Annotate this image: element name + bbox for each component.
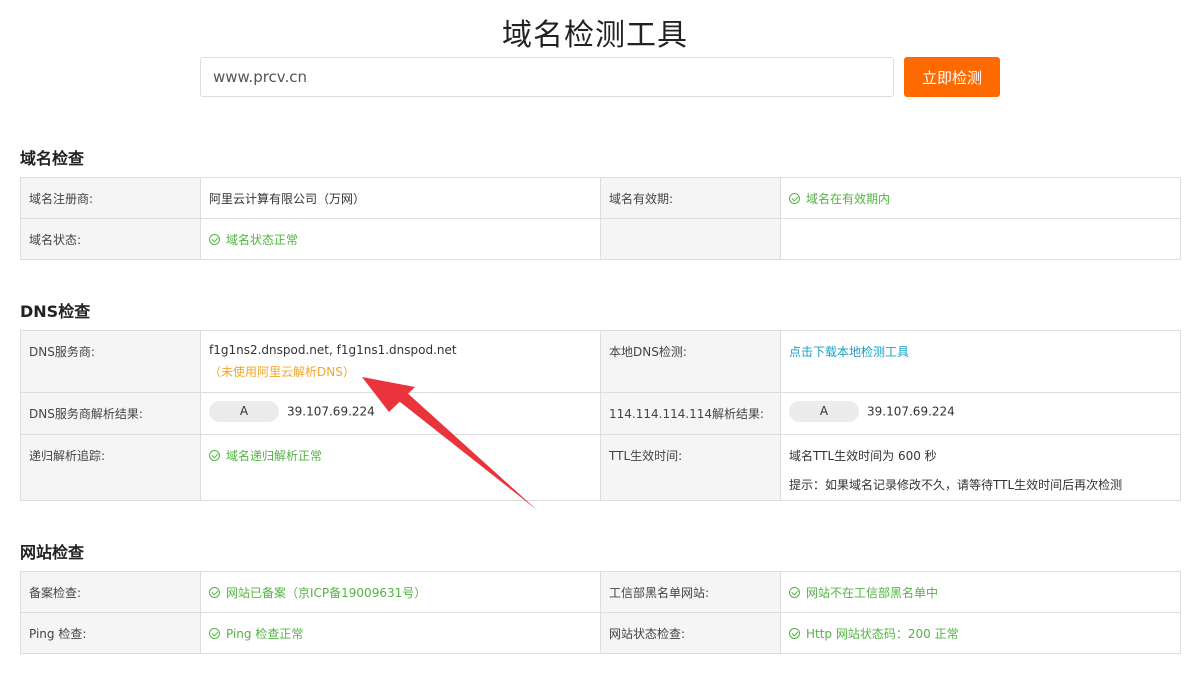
blacklist-label: 工信部黑名单网站: <box>600 571 781 613</box>
validity-cell: 域名在有效期内 <box>780 177 1181 219</box>
domain-check-title: 域名检查 <box>20 149 85 168</box>
public-result-cell: A 39.107.69.224 <box>780 392 1181 435</box>
check-now-button[interactable]: 立即检测 <box>904 57 1000 97</box>
table-row: 备案检查: 网站已备案（京ICP备19009631号） 工信部黑名单网站: 网站… <box>20 571 1181 613</box>
check-circle-icon <box>209 628 220 639</box>
http-value: Http 网站状态码：200 正常 <box>806 627 959 641</box>
provider-result-label: DNS服务商解析结果: <box>20 392 201 435</box>
status-cell: 域名状态正常 <box>200 218 601 260</box>
http-status: Http 网站状态码：200 正常 <box>789 627 959 641</box>
local-dns-cell: 点击下载本地检测工具 <box>780 330 1181 393</box>
table-row: DNS服务商解析结果: A 39.107.69.224 114.114.114.1… <box>20 392 1181 435</box>
dns-provider-note: （未使用阿里云解析DNS） <box>209 365 355 379</box>
table-row: 域名注册商: 阿里云计算有限公司（万网） 域名有效期: 域名在有效期内 <box>20 177 1181 219</box>
public-result-label: 114.114.114.114解析结果: <box>600 392 781 435</box>
public-result-ip: 39.107.69.224 <box>867 404 955 419</box>
validity-label: 域名有效期: <box>600 177 781 219</box>
domain-input[interactable] <box>200 57 894 97</box>
ttl-tip: 提示：如果域名记录修改不久，请等待TTL生效时间后再次检测 <box>789 478 1123 492</box>
icp-status: 网站已备案（京ICP备19009631号） <box>209 586 426 600</box>
ttl-value: 域名TTL生效时间为 600 秒 <box>789 449 937 463</box>
recursive-cell: 域名递归解析正常 <box>200 434 601 501</box>
check-circle-icon <box>209 587 220 598</box>
table-row: 域名状态: 域名状态正常 <box>20 218 1181 260</box>
site-check-table: 备案检查: 网站已备案（京ICP备19009631号） 工信部黑名单网站: 网站… <box>20 571 1181 654</box>
domain-status: 域名状态正常 <box>209 233 298 247</box>
recursive-value: 域名递归解析正常 <box>226 449 323 463</box>
empty-value-cell <box>780 218 1181 260</box>
table-row: 递归解析追踪: 域名递归解析正常 TTL生效时间: 域名TTL生效时间为 600… <box>20 434 1181 501</box>
provider-result-ip: 39.107.69.224 <box>287 404 375 419</box>
page-title: 域名检测工具 <box>502 18 688 53</box>
download-tool-link[interactable]: 点击下载本地检测工具 <box>789 345 909 359</box>
dns-provider-label: DNS服务商: <box>20 330 201 393</box>
record-type-badge: A <box>209 401 279 422</box>
validity-value: 域名在有效期内 <box>806 192 891 206</box>
blacklist-cell: 网站不在工信部黑名单中 <box>780 571 1181 613</box>
status-value: 域名状态正常 <box>226 233 299 247</box>
blacklist-value: 网站不在工信部黑名单中 <box>806 586 939 600</box>
check-circle-icon <box>209 450 220 461</box>
icp-value: 网站已备案（京ICP备19009631号） <box>226 586 427 600</box>
ping-label: Ping 检查: <box>20 612 201 654</box>
check-circle-icon <box>789 193 800 204</box>
ttl-label: TTL生效时间: <box>600 434 781 501</box>
site-check-title: 网站检查 <box>20 543 85 562</box>
check-circle-icon <box>209 234 220 245</box>
ping-status: Ping 检查正常 <box>209 627 303 641</box>
http-label: 网站状态检查: <box>600 612 781 654</box>
ping-cell: Ping 检查正常 <box>200 612 601 654</box>
dns-provider-cell: f1g1ns2.dnspod.net, f1g1ns1.dnspod.net （… <box>200 330 601 393</box>
provider-result-cell: A 39.107.69.224 <box>200 392 601 435</box>
recursive-status: 域名递归解析正常 <box>209 449 322 463</box>
empty-label-cell <box>600 218 781 260</box>
ping-value: Ping 检查正常 <box>226 627 304 641</box>
record-type-badge: A <box>789 401 859 422</box>
http-cell: Http 网站状态码：200 正常 <box>780 612 1181 654</box>
icp-cell: 网站已备案（京ICP备19009631号） <box>200 571 601 613</box>
local-dns-label: 本地DNS检测: <box>600 330 781 393</box>
registrar-label: 域名注册商: <box>20 177 201 219</box>
blacklist-status: 网站不在工信部黑名单中 <box>789 586 938 600</box>
dns-check-table: DNS服务商: f1g1ns2.dnspod.net, f1g1ns1.dnsp… <box>20 330 1181 501</box>
domain-check-table: 域名注册商: 阿里云计算有限公司（万网） 域名有效期: 域名在有效期内 域名状态… <box>20 177 1181 260</box>
status-label: 域名状态: <box>20 218 201 260</box>
dns-check-title: DNS检查 <box>20 302 91 321</box>
validity-status: 域名在有效期内 <box>789 192 890 206</box>
recursive-label: 递归解析追踪: <box>20 434 201 501</box>
check-circle-icon <box>789 587 800 598</box>
dns-provider-value: f1g1ns2.dnspod.net, f1g1ns1.dnspod.net <box>209 343 457 357</box>
check-circle-icon <box>789 628 800 639</box>
table-row: Ping 检查: Ping 检查正常 网站状态检查: Http 网站状态码：20… <box>20 612 1181 654</box>
registrar-value: 阿里云计算有限公司（万网） <box>200 177 601 219</box>
icp-label: 备案检查: <box>20 571 201 613</box>
table-row: DNS服务商: f1g1ns2.dnspod.net, f1g1ns1.dnsp… <box>20 330 1181 393</box>
ttl-cell: 域名TTL生效时间为 600 秒 提示：如果域名记录修改不久，请等待TTL生效时… <box>780 434 1181 501</box>
